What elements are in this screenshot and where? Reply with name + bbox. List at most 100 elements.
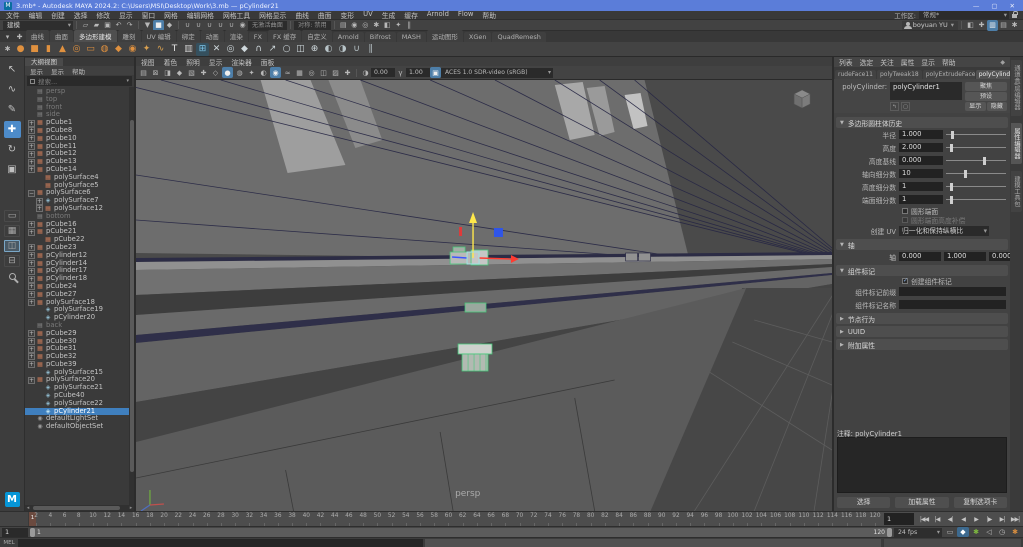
- viewport-toggle-icon[interactable]: ⊠: [150, 67, 161, 78]
- menu-item[interactable]: Flow: [458, 10, 474, 20]
- menu-item[interactable]: 显示: [119, 10, 133, 20]
- expand-toggle-icon[interactable]: +: [28, 166, 35, 173]
- shelf-tool-icon[interactable]: T: [168, 43, 181, 56]
- expand-toggle-icon[interactable]: [36, 369, 43, 376]
- toolbox-tool-button[interactable]: ↻: [4, 141, 21, 158]
- shelf-tool-icon[interactable]: ∥: [364, 43, 377, 56]
- shelf-tab[interactable]: 曲面: [50, 30, 73, 42]
- animation-control-icon[interactable]: ✱: [1009, 527, 1021, 537]
- snap-icon[interactable]: ∪: [215, 20, 226, 31]
- sidebar-tab[interactable]: 属性编辑器: [1011, 123, 1022, 164]
- expand-toggle-icon[interactable]: +: [28, 268, 35, 275]
- expand-toggle-icon[interactable]: +: [28, 159, 35, 166]
- outliner-item[interactable]: ▤ bottom: [25, 213, 134, 221]
- animation-control-icon[interactable]: ◁: [983, 527, 995, 537]
- outliner-menu-item[interactable]: 帮助: [72, 66, 85, 76]
- selection-mask-icon[interactable]: ▼: [142, 20, 153, 31]
- snap-icon[interactable]: ∪: [226, 20, 237, 31]
- expand-toggle-icon[interactable]: [28, 96, 35, 103]
- expand-toggle-icon[interactable]: +: [28, 120, 35, 127]
- shelf-tool-icon[interactable]: ◉: [126, 43, 139, 56]
- sidebar-tab[interactable]: 建模工具包: [1011, 171, 1022, 212]
- menu-item[interactable]: 选择: [74, 10, 88, 20]
- outliner-item[interactable]: + ▦ pCube13: [25, 158, 134, 166]
- outliner-item[interactable]: ◉ defaultObjectSet: [25, 423, 134, 431]
- node-tab[interactable]: rudeFace11: [835, 70, 876, 79]
- time-slider[interactable]: 1 24681012141618202224262830323436384042…: [0, 511, 1023, 526]
- expand-toggle-icon[interactable]: [28, 416, 35, 423]
- outliner-item[interactable]: + ▦ pCube10: [25, 135, 134, 143]
- collapsed-section-header[interactable]: 节点行为: [836, 313, 1008, 324]
- shelf-tool-icon[interactable]: ◫: [294, 43, 307, 56]
- attribute-value-field[interactable]: 0.000: [899, 156, 943, 165]
- colorspace-dropdown[interactable]: ACES 1.0 SDR-video (sRGB): [441, 68, 553, 78]
- quick-layout-button[interactable]: ◫: [4, 240, 20, 252]
- expand-toggle-icon[interactable]: [36, 182, 43, 189]
- shelf-add-icon[interactable]: ✚: [14, 31, 25, 42]
- shelf-tab[interactable]: 动画: [201, 30, 224, 42]
- gamma-field[interactable]: 1.00: [406, 68, 430, 77]
- collapsed-section-header[interactable]: UUID: [836, 326, 1008, 337]
- playback-button[interactable]: ◀: [957, 514, 969, 525]
- shelf-tool-icon[interactable]: ▲: [56, 43, 69, 56]
- shelf-tool-icon[interactable]: ◐: [322, 43, 335, 56]
- create-component-tags-checkbox[interactable]: [902, 278, 908, 284]
- expand-toggle-icon[interactable]: [36, 392, 43, 399]
- animation-control-icon[interactable]: ▭: [944, 527, 956, 537]
- playback-start-field[interactable]: 1: [2, 528, 28, 537]
- workspace-value[interactable]: 常规*: [919, 11, 1009, 19]
- expand-toggle-icon[interactable]: +: [28, 127, 35, 134]
- expand-toggle-icon[interactable]: +: [28, 135, 35, 142]
- footer-button[interactable]: 选择: [837, 497, 890, 508]
- axis-value-field[interactable]: 1.000: [944, 252, 986, 261]
- attribute-value-field[interactable]: 1: [899, 195, 943, 204]
- zoom-layout-icon[interactable]: [9, 273, 16, 280]
- render-icon[interactable]: ✱: [371, 20, 382, 31]
- outliner-vertical-scrollbar[interactable]: [129, 87, 134, 505]
- menu-item[interactable]: 帮助: [482, 10, 496, 20]
- menu-item[interactable]: 生成: [382, 10, 396, 20]
- expand-toggle-icon[interactable]: [28, 112, 35, 119]
- menu-item[interactable]: 网格显示: [259, 10, 286, 20]
- expand-toggle-icon[interactable]: [28, 322, 35, 329]
- viewport-toggle-icon[interactable]: ●: [222, 67, 233, 78]
- gamma-icon[interactable]: γ: [395, 67, 406, 78]
- outliner-item[interactable]: + ▦ pCube11: [25, 143, 134, 151]
- expand-toggle-icon[interactable]: −: [28, 190, 35, 197]
- viewport-toggle-icon[interactable]: ◫: [318, 67, 329, 78]
- attribute-editor-menu-item[interactable]: 帮助: [942, 57, 956, 67]
- selection-mask-icon[interactable]: ■: [153, 20, 164, 31]
- command-input[interactable]: [18, 539, 423, 547]
- node-tab[interactable]: polyExtrudeFace10: [923, 70, 975, 79]
- chevron-down-icon[interactable]: ▾: [126, 78, 129, 84]
- toolbox-tool-button[interactable]: ✚: [4, 121, 21, 138]
- outliner-item[interactable]: ▤ back: [25, 322, 134, 330]
- outliner-search-field[interactable]: 搜索... ▾: [27, 76, 132, 86]
- toolbox-tool-button[interactable]: ↖: [4, 61, 21, 78]
- range-end-handle[interactable]: [887, 528, 892, 537]
- attribute-slider[interactable]: [946, 195, 1006, 204]
- playback-button[interactable]: ▶|: [996, 514, 1008, 525]
- snap-icon[interactable]: ∪: [193, 20, 204, 31]
- attribute-value-field[interactable]: 1.000: [899, 130, 943, 139]
- snap-icon[interactable]: ∪: [182, 20, 193, 31]
- shelf-tab[interactable]: MASH: [397, 32, 426, 42]
- animation-control-icon[interactable]: ◆: [957, 527, 969, 537]
- attribute-slider[interactable]: [946, 130, 1006, 139]
- playback-button[interactable]: |◀: [931, 514, 943, 525]
- outliner-item[interactable]: ▦ pCube22: [25, 236, 134, 244]
- viewport-toggle-icon[interactable]: ✚: [342, 67, 353, 78]
- expand-toggle-icon[interactable]: [28, 424, 35, 431]
- menu-item[interactable]: 修改: [96, 10, 110, 20]
- shelf-tool-icon[interactable]: ◍: [98, 43, 111, 56]
- pin-icon[interactable]: ◆: [1000, 59, 1005, 66]
- toolbox-tool-button[interactable]: ✎: [4, 101, 21, 118]
- outliner-menu-item[interactable]: 显示: [30, 66, 43, 76]
- expand-toggle-icon[interactable]: [36, 408, 43, 415]
- menu-item[interactable]: 编辑网格: [187, 10, 214, 20]
- viewport-menu-item[interactable]: 照明: [186, 57, 200, 67]
- expand-toggle-icon[interactable]: +: [36, 198, 43, 205]
- expand-toggle-icon[interactable]: +: [28, 299, 35, 306]
- outliner-menu-item[interactable]: 显示: [51, 66, 64, 76]
- shelf-tool-icon[interactable]: ◎: [224, 43, 237, 56]
